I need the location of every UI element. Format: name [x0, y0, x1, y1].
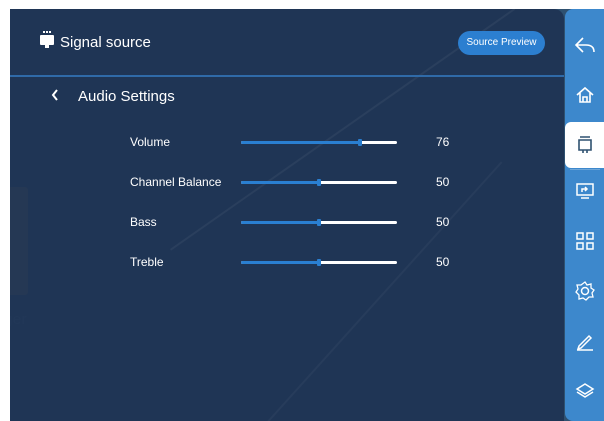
- setting-value: 50: [436, 175, 450, 189]
- volume-slider[interactable]: [241, 139, 397, 146]
- settings-gear-icon[interactable]: [565, 269, 604, 313]
- slider-thumb[interactable]: [357, 139, 362, 146]
- back-icon[interactable]: [565, 23, 604, 67]
- setting-row-bass: Bass 50: [10, 213, 564, 233]
- treble-slider[interactable]: [241, 259, 397, 266]
- channel-balance-slider[interactable]: [241, 179, 397, 186]
- setting-value: 50: [436, 215, 450, 229]
- slider-thumb[interactable]: [317, 219, 321, 226]
- back-chevron-icon[interactable]: [49, 87, 61, 103]
- home-icon[interactable]: [565, 73, 604, 117]
- bass-slider[interactable]: [241, 219, 397, 226]
- screen-share-icon[interactable]: [565, 169, 604, 213]
- signal-source-panel: Signal source Source Preview Audio Setti…: [10, 9, 564, 421]
- setting-label: Channel Balance: [130, 175, 222, 189]
- setting-row-channel-balance: Channel Balance 50: [10, 173, 564, 193]
- slider-fill: [241, 141, 360, 144]
- screen: ger Signal source Source Preview Audio S…: [10, 9, 604, 421]
- panel-header: Signal source Source Preview: [10, 9, 564, 77]
- slider-fill: [241, 181, 319, 184]
- layers-icon[interactable]: [565, 369, 604, 413]
- slider-thumb[interactable]: [317, 259, 321, 266]
- slider-fill: [241, 261, 319, 264]
- signal-source-icon: [40, 31, 54, 48]
- setting-row-volume: Volume 76: [10, 133, 564, 153]
- setting-value: 50: [436, 255, 450, 269]
- setting-label: Volume: [130, 135, 171, 149]
- source-preview-button[interactable]: Source Preview: [458, 31, 545, 55]
- pen-icon[interactable]: [565, 319, 604, 363]
- sidebar-item-signal-source[interactable]: [565, 122, 604, 168]
- section-title: Audio Settings: [78, 88, 175, 105]
- apps-grid-icon[interactable]: [565, 219, 604, 263]
- setting-row-treble: Treble 50: [10, 253, 564, 273]
- setting-label: Treble: [130, 255, 164, 269]
- panel-title: Signal source: [60, 34, 151, 51]
- slider-thumb[interactable]: [317, 179, 321, 186]
- panel-decoration: [260, 161, 503, 421]
- setting-value: 76: [436, 135, 450, 149]
- sidebar-lower: [565, 169, 604, 421]
- slider-fill: [241, 221, 319, 224]
- setting-label: Bass: [130, 215, 157, 229]
